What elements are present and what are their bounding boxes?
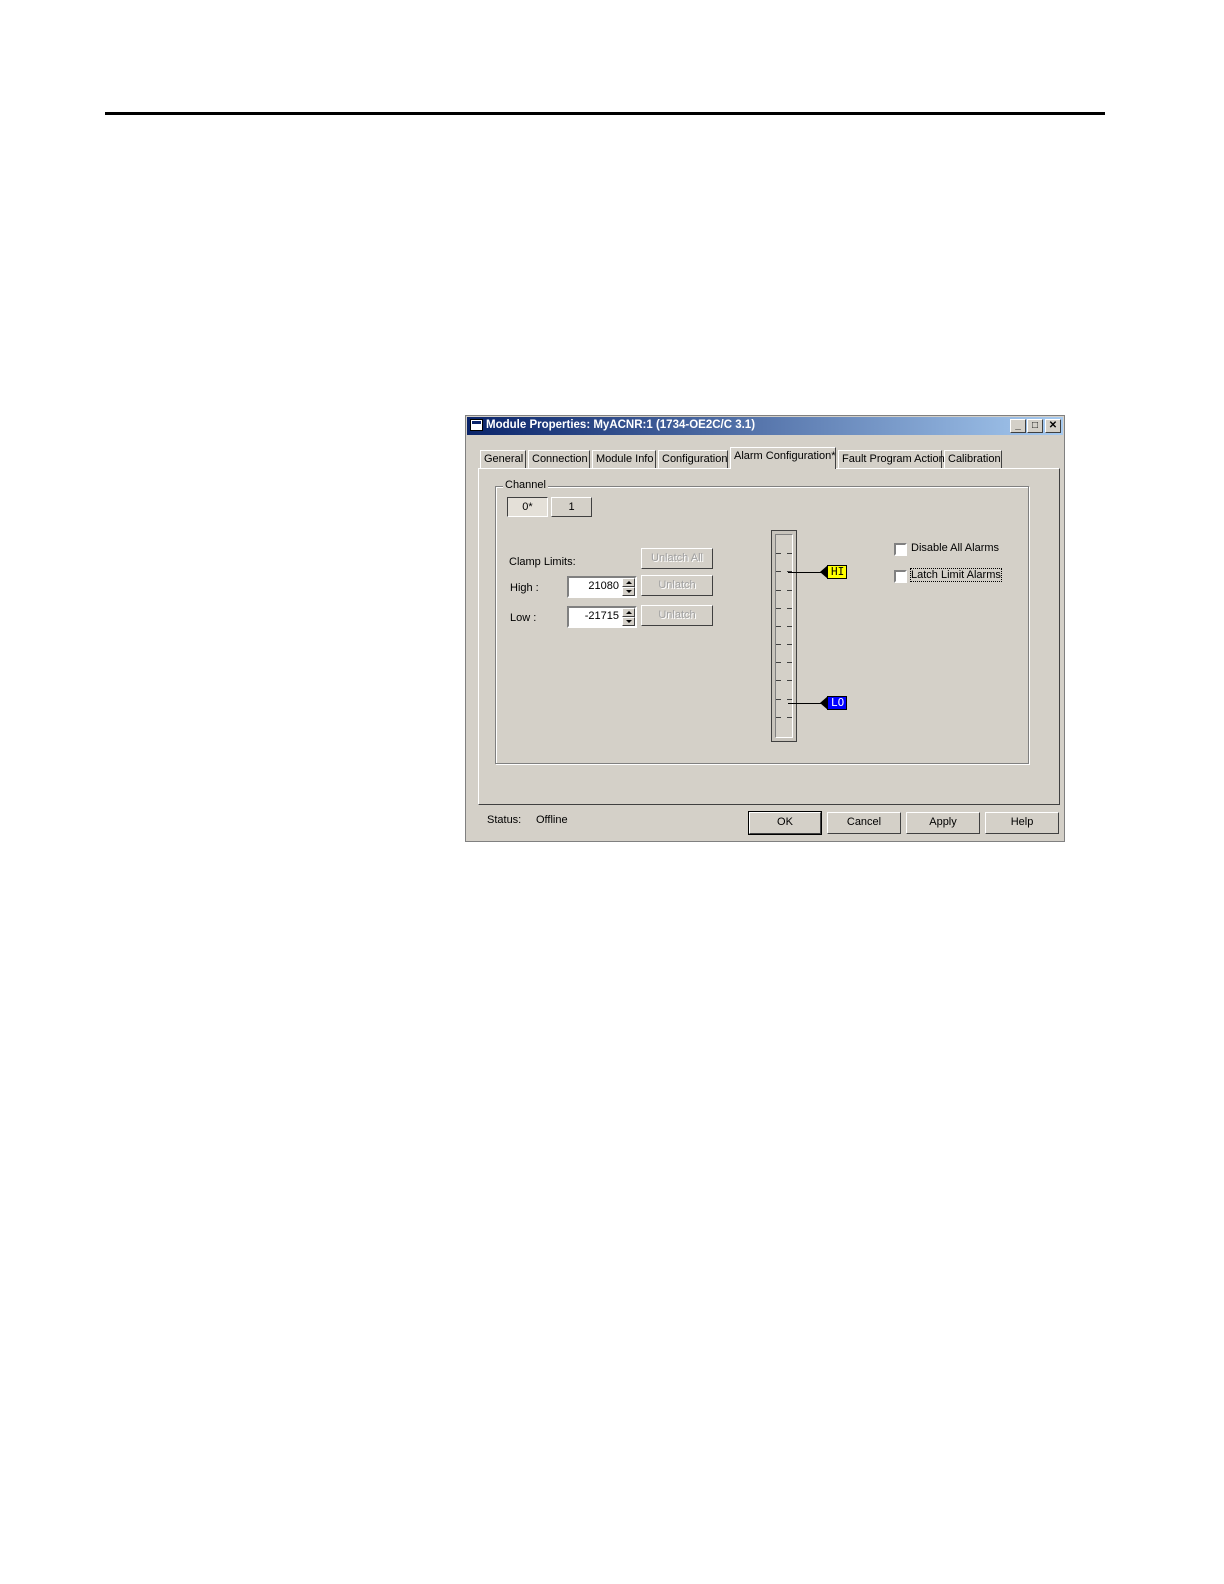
spin-up-icon[interactable] xyxy=(622,578,635,587)
channel-group: Channel 0* 1 Clamp Limits: Unlatch All H… xyxy=(495,479,1029,764)
low-clamp-spinner[interactable]: -21715 xyxy=(567,606,637,628)
scale-tick xyxy=(776,571,781,572)
title-bar[interactable]: Module Properties: MyACNR:1 (1734-OE2C/C… xyxy=(467,417,1063,435)
cancel-button[interactable]: Cancel xyxy=(827,812,901,834)
scale-tick xyxy=(776,699,781,700)
scale-tick xyxy=(787,626,792,627)
hi-marker-line xyxy=(788,572,821,573)
high-spin-buttons[interactable] xyxy=(622,578,635,596)
disable-all-alarms-label[interactable]: Disable All Alarms xyxy=(911,542,999,554)
scale-tick xyxy=(776,644,781,645)
channel-group-label: Channel xyxy=(503,479,548,491)
window-title: Module Properties: MyACNR:1 (1734-OE2C/C… xyxy=(486,419,756,431)
status-label: Status: xyxy=(487,814,522,826)
page-header-rule xyxy=(105,112,1105,115)
scale-tick xyxy=(776,662,781,663)
maximize-button[interactable]: □ xyxy=(1027,419,1043,433)
tab-alarm-configuration[interactable]: Alarm Configuration* xyxy=(730,447,836,469)
channel-0-button[interactable]: 0* xyxy=(507,497,548,517)
scale-tick xyxy=(787,680,792,681)
alarm-configuration-panel: Channel 0* 1 Clamp Limits: Unlatch All H… xyxy=(478,468,1060,805)
spin-down-icon[interactable] xyxy=(622,587,635,596)
tab-configuration[interactable]: Configuration xyxy=(658,450,728,468)
scale-tick xyxy=(787,717,792,718)
high-clamp-value[interactable]: 21080 xyxy=(588,580,619,592)
low-unlatch-button[interactable]: Unlatch xyxy=(641,605,713,626)
window-icon[interactable] xyxy=(470,419,483,431)
close-button[interactable]: ✕ xyxy=(1045,419,1061,433)
channel-1-button[interactable]: 1 xyxy=(551,497,592,517)
scale-tick xyxy=(776,626,781,627)
scale-tick xyxy=(787,590,792,591)
minimize-button[interactable]: _ xyxy=(1010,419,1026,433)
low-clamp-value[interactable]: -21715 xyxy=(585,610,619,622)
disable-all-alarms-checkbox[interactable] xyxy=(894,543,907,556)
tab-general[interactable]: General xyxy=(480,450,526,468)
scale-tick xyxy=(787,699,792,700)
status-value: Offline xyxy=(536,814,568,826)
high-clamp-spinner[interactable]: 21080 xyxy=(567,576,637,598)
lo-alarm-marker[interactable]: LO xyxy=(819,696,848,710)
tab-connection[interactable]: Connection xyxy=(528,450,590,468)
ok-button[interactable]: OK xyxy=(748,811,822,835)
low-label: Low : xyxy=(510,612,537,624)
scale-tick xyxy=(776,590,781,591)
tab-fault-program-action[interactable]: Fault Program Action xyxy=(838,450,945,468)
module-properties-dialog: Module Properties: MyACNR:1 (1734-OE2C/C… xyxy=(465,415,1065,842)
latch-limit-alarms-label[interactable]: Latch Limit Alarms xyxy=(910,568,1002,582)
tab-module-info[interactable]: Module Info xyxy=(592,450,656,468)
apply-button[interactable]: Apply xyxy=(906,812,980,834)
scale-track xyxy=(775,534,793,738)
latch-limit-alarms-checkbox[interactable] xyxy=(894,570,907,583)
tab-calibration[interactable]: Calibration xyxy=(944,450,1002,468)
high-label: High : xyxy=(510,582,539,594)
scale-tick xyxy=(787,553,792,554)
lo-marker-line xyxy=(788,703,821,704)
help-button[interactable]: Help xyxy=(985,812,1059,834)
scale-tick xyxy=(776,717,781,718)
scale-tick xyxy=(787,644,792,645)
clamp-limits-label: Clamp Limits: xyxy=(509,556,576,568)
spin-up-icon[interactable] xyxy=(622,608,635,617)
hi-alarm-marker[interactable]: HI xyxy=(819,565,848,579)
scale-tick xyxy=(776,608,781,609)
low-spin-buttons[interactable] xyxy=(622,608,635,626)
scale-tick xyxy=(787,662,792,663)
unlatch-all-button[interactable]: Unlatch All xyxy=(641,548,713,569)
high-unlatch-button[interactable]: Unlatch xyxy=(641,575,713,596)
alarm-limit-scale xyxy=(771,530,797,742)
spin-down-icon[interactable] xyxy=(622,617,635,626)
scale-tick xyxy=(787,608,792,609)
scale-tick xyxy=(776,680,781,681)
scale-tick xyxy=(776,553,781,554)
